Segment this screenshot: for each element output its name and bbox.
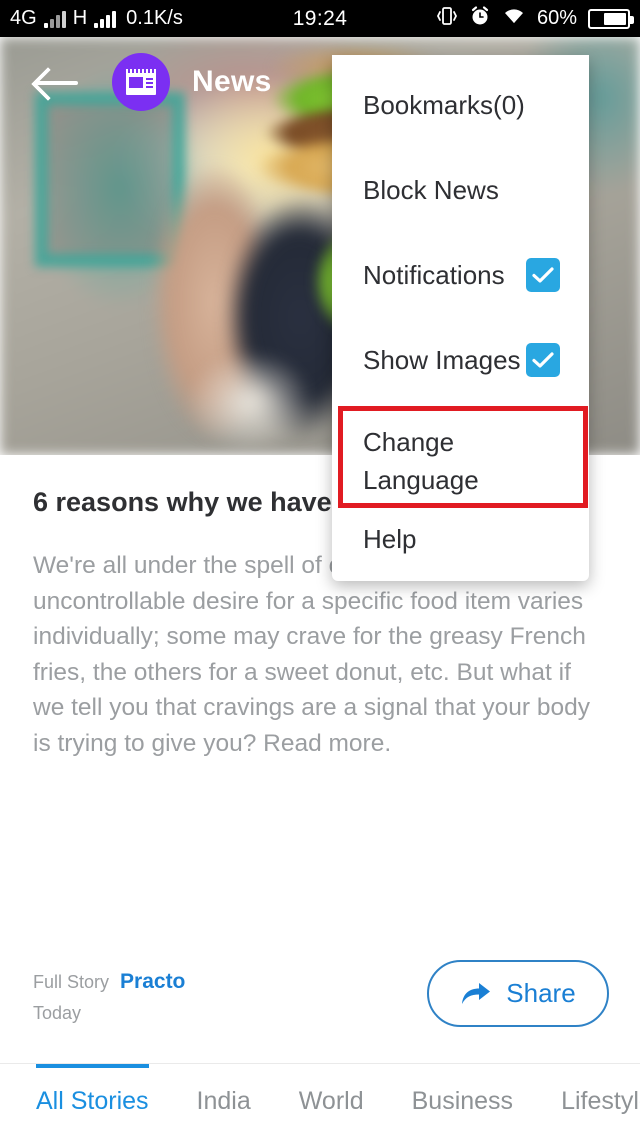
share-arrow-icon: [460, 981, 492, 1007]
article-source-link[interactable]: Practo: [120, 970, 185, 994]
menu-item-block-news[interactable]: Block News: [332, 168, 589, 212]
status-bar-left: 4G H 0.1K/s: [10, 7, 183, 30]
share-button[interactable]: Share: [427, 960, 609, 1027]
menu-item-label: Bookmarks(0): [363, 90, 525, 120]
network-type-label: 4G: [10, 7, 37, 29]
show-images-checkbox[interactable]: [526, 343, 560, 377]
tab-business[interactable]: Business: [412, 1064, 513, 1138]
status-bar: 4G H 0.1K/s 19:24 60%: [0, 0, 640, 37]
alarm-clock-icon: [469, 5, 491, 33]
menu-item-label: Show Images: [363, 345, 521, 375]
article-date: Today: [33, 1003, 82, 1023]
battery-percent-label: 60%: [536, 7, 577, 29]
share-label: Share: [506, 978, 576, 1008]
wifi-icon: [502, 6, 526, 32]
app-root: 4G H 0.1K/s 19:24 60% News 6 reasons why…: [0, 0, 640, 1138]
category-tab-bar: All Stories India World Business Lifesty…: [0, 1063, 640, 1138]
data-speed-label: 0.1K/s: [126, 7, 183, 29]
notifications-checkbox[interactable]: [526, 258, 560, 292]
menu-item-notifications[interactable]: Notifications: [332, 253, 589, 297]
battery-icon: [588, 8, 634, 29]
signal-bars-icon-2: [94, 10, 117, 28]
network-type2-label: H: [72, 7, 88, 29]
menu-item-show-images[interactable]: Show Images: [332, 338, 589, 382]
menu-item-label: Block News: [363, 175, 499, 205]
vibrate-icon: [436, 5, 458, 33]
tab-all-stories[interactable]: All Stories: [36, 1064, 149, 1138]
tab-lifestyle[interactable]: Lifestyle: [561, 1064, 640, 1138]
full-story-label[interactable]: Full Story: [33, 972, 109, 993]
overflow-menu: Bookmarks(0) Block News Notifications Sh…: [332, 55, 589, 581]
menu-item-bookmarks[interactable]: Bookmarks(0): [332, 83, 589, 127]
hero-shirt-shape: [170, 337, 330, 455]
menu-item-change-language[interactable]: Change Language: [332, 423, 589, 499]
page-title: News: [192, 65, 272, 98]
tab-world[interactable]: World: [299, 1064, 364, 1138]
tab-india[interactable]: India: [197, 1064, 251, 1138]
article-meta: Full Story Practo Today: [33, 970, 185, 1024]
menu-item-help[interactable]: Help: [332, 517, 589, 561]
menu-item-label: Change Language: [363, 427, 479, 495]
back-arrow-icon[interactable]: [34, 62, 80, 102]
newspaper-icon: [112, 53, 170, 111]
menu-item-label: Notifications: [363, 260, 505, 290]
signal-bars-icon: [43, 10, 66, 28]
menu-item-label: Help: [363, 524, 417, 554]
status-bar-right: 60%: [436, 5, 634, 33]
